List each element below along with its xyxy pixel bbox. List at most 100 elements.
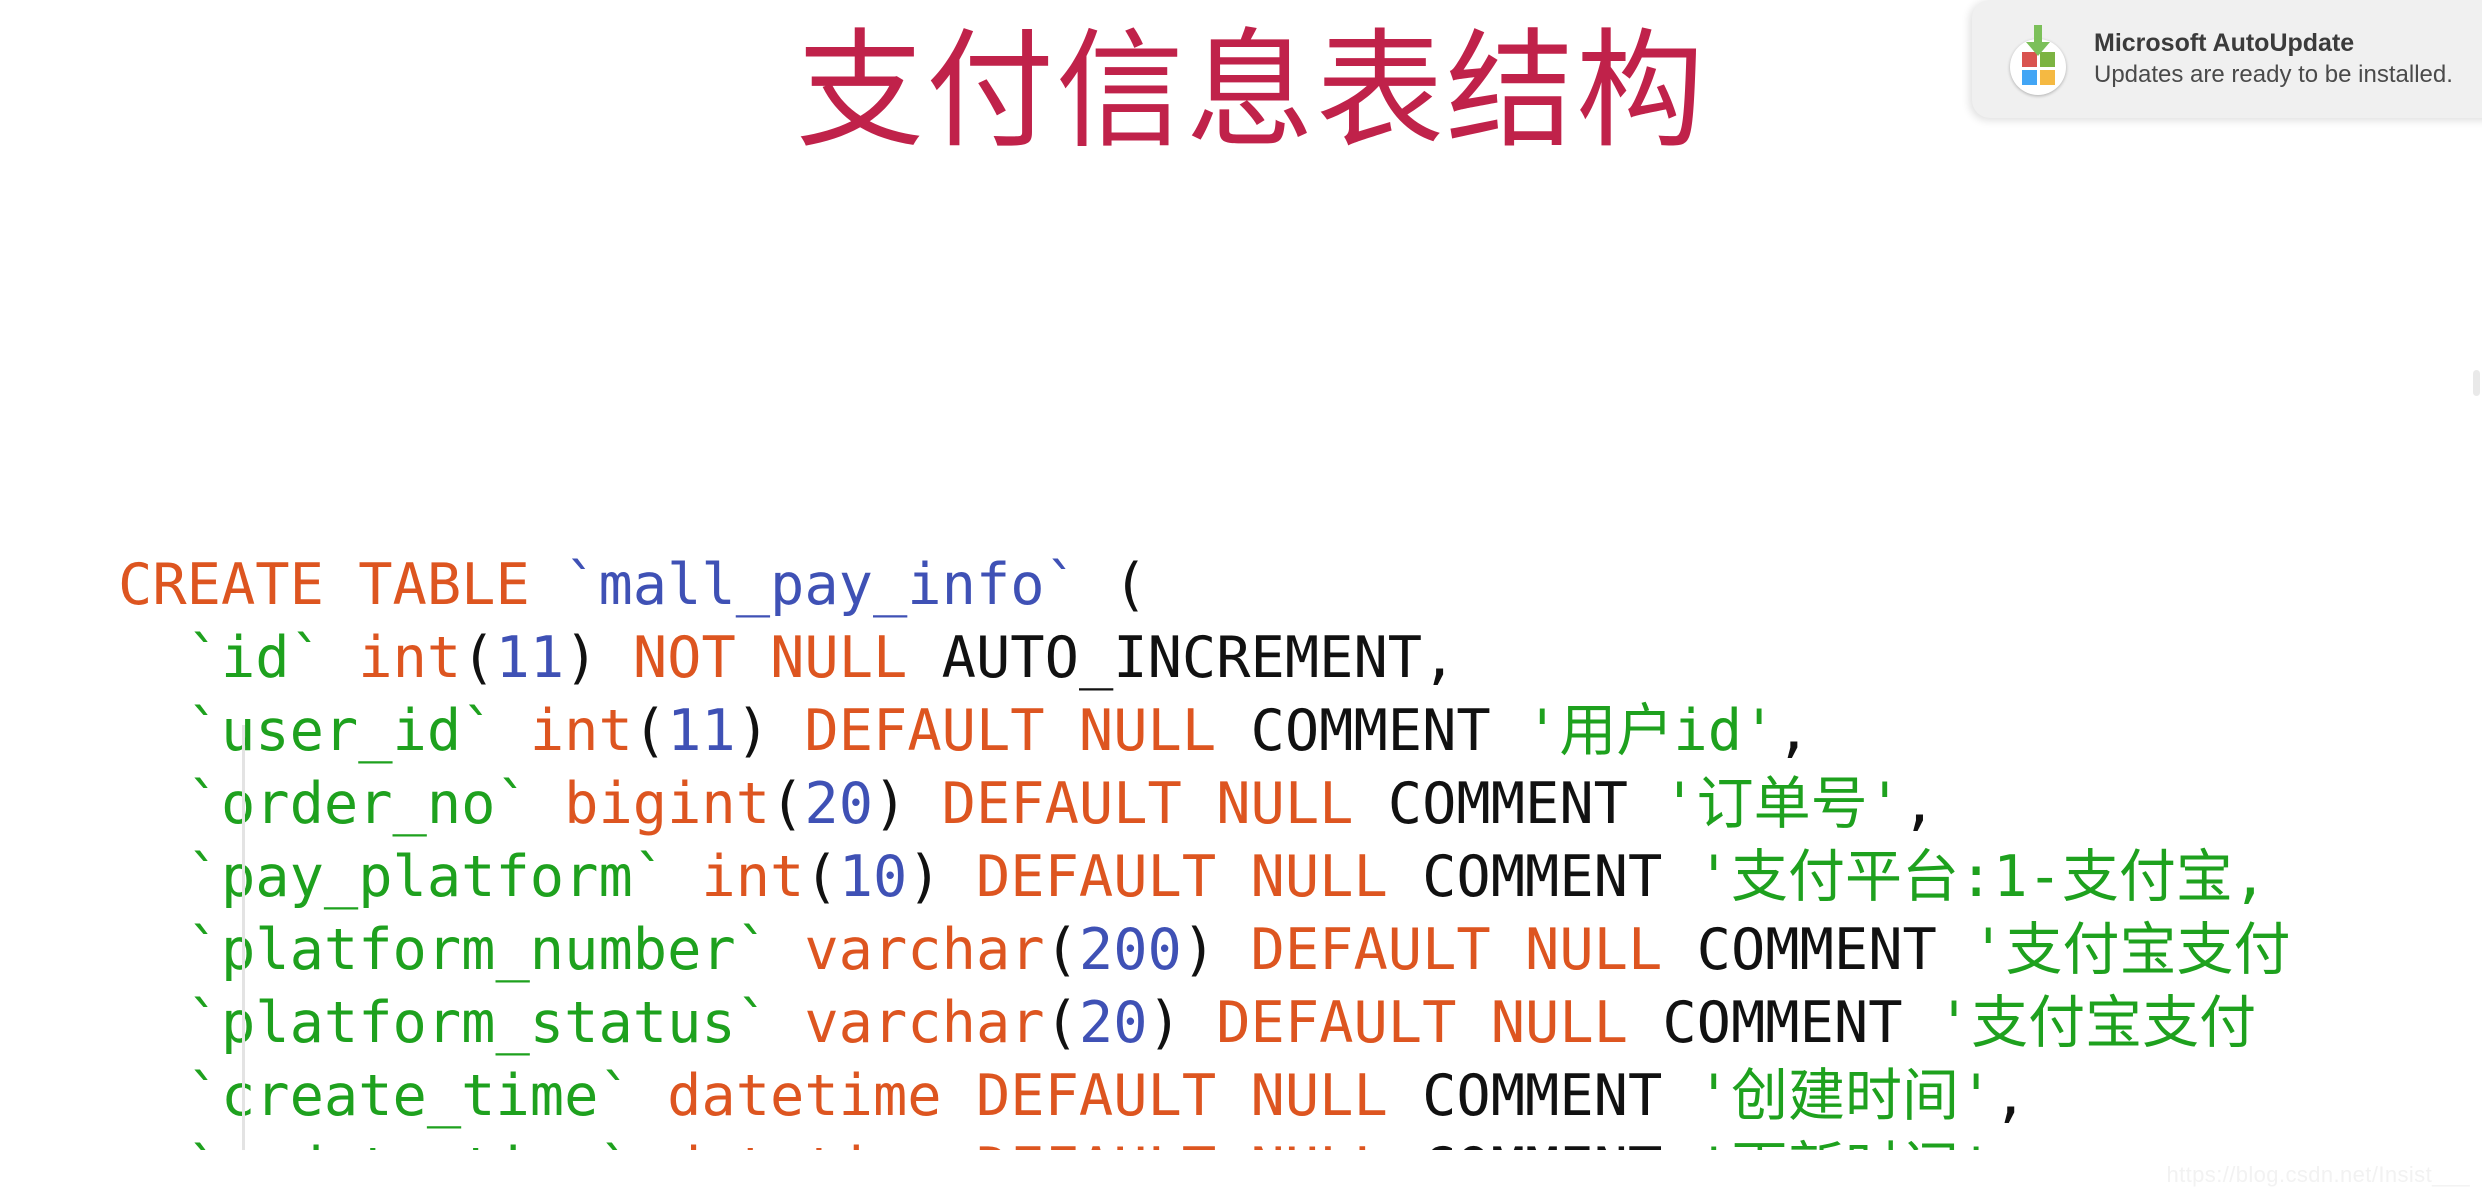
code-token: '更新时间'	[1697, 1136, 1994, 1150]
microsoft-autoupdate-icon	[2004, 25, 2072, 95]
code-line: `user_id` int(11) DEFAULT NULL COMMENT '…	[118, 695, 2482, 768]
code-token: 11	[495, 625, 565, 691]
code-token: DEFAULT NULL	[804, 698, 1217, 764]
code-token: (	[632, 698, 668, 764]
code-line: `pay_platform` int(10) DEFAULT NULL COMM…	[118, 841, 2482, 914]
code-token: 20	[1078, 990, 1148, 1056]
indent-guide-line	[242, 725, 245, 1150]
code-token: )	[735, 698, 805, 764]
code-token: `pay_platform`	[186, 844, 668, 910]
code-token: COMMENT	[1662, 917, 1972, 983]
code-token: (	[804, 844, 839, 910]
code-token: DEFAULT NULL	[976, 1136, 1388, 1150]
scrollbar-thumb[interactable]	[2473, 370, 2480, 396]
csdn-watermark: https://blog.csdn.net/Insist___	[2166, 1162, 2470, 1187]
notification-title: Microsoft AutoUpdate	[2094, 29, 2355, 57]
code-token: COMMENT	[1353, 771, 1663, 837]
code-token: `platform_number`	[186, 917, 771, 983]
code-token: `mall_pay_info`	[564, 552, 1079, 618]
code-token: '支付宝支付	[1936, 990, 2257, 1056]
code-token: )	[1147, 990, 1217, 1056]
code-token: NOT NULL	[632, 625, 908, 691]
code-token: )	[907, 844, 976, 910]
code-token: `platform_status`	[186, 990, 771, 1056]
code-token: AUTO_INCREMENT,	[907, 625, 1457, 691]
code-token: '创建时间'	[1696, 1063, 1994, 1129]
tile-blue	[2022, 70, 2037, 85]
code-token: COMMENT	[1387, 844, 1697, 910]
code-token: `user_id`	[186, 698, 496, 764]
code-token: DEFAULT NULL	[975, 844, 1388, 910]
code-token: COMMENT	[1628, 990, 1937, 1056]
code-token: DEFAULT NULL	[1250, 917, 1663, 983]
code-line: `platform_status` varchar(20) DEFAULT NU…	[118, 987, 2482, 1060]
code-token: ,	[1776, 698, 1811, 764]
code-token: int	[358, 625, 462, 691]
code-token: 11	[667, 698, 736, 764]
code-token: COMMENT	[1387, 1063, 1697, 1129]
code-token: )	[1181, 917, 1251, 983]
notification-text-group: Microsoft AutoUpdate Updates are ready t…	[2094, 27, 2453, 91]
code-token: (	[1044, 917, 1079, 983]
code-token: ,	[1901, 771, 1937, 837]
code-token: 20	[804, 771, 874, 837]
notification-toast[interactable]: Microsoft AutoUpdate Updates are ready t…	[1972, 0, 2482, 118]
code-token: COMMENT	[1216, 698, 1526, 764]
code-token: COMMENT	[1388, 1136, 1697, 1150]
code-token: )	[564, 625, 633, 691]
code-token: 200	[1078, 917, 1182, 983]
code-token: (	[770, 771, 805, 837]
code-token: DEFAULT NULL	[941, 771, 1354, 837]
code-token: `create_time`	[186, 1063, 633, 1129]
code-line: `id` int(11) NOT NULL AUTO_INCREMENT,	[118, 622, 2482, 695]
code-token: int	[529, 698, 633, 764]
code-token: '支付平台:1-支付宝,	[1696, 844, 2268, 910]
code-token: '用户id'	[1525, 698, 1777, 764]
tile-yellow	[2040, 70, 2055, 85]
code-token: bigint	[564, 771, 771, 837]
code-token: ,	[1993, 1136, 2027, 1150]
code-line: CREATE TABLE `mall_pay_info` (	[118, 549, 2482, 622]
code-line: `platform_number` varchar(200) DEFAULT N…	[118, 914, 2482, 987]
code-lines-container: CREATE TABLE `mall_pay_info` ( `id` int(…	[118, 549, 2482, 1150]
code-token: int	[701, 844, 805, 910]
sql-code-block: CREATE TABLE `mall_pay_info` ( `id` int(…	[118, 330, 2482, 1150]
download-arrow-icon	[2026, 25, 2050, 56]
page-title-text: 支付信息表结构	[795, 17, 1706, 166]
code-token: (	[1044, 990, 1079, 1056]
code-line: `create_time` datetime DEFAULT NULL COMM…	[118, 1060, 2482, 1133]
code-token: DEFAULT NULL	[1216, 990, 1628, 1056]
code-token: '支付宝支付	[1971, 917, 2291, 983]
code-line: `order_no` bigint(20) DEFAULT NULL COMME…	[118, 768, 2482, 841]
notification-body: Updates are ready to be installed.	[2094, 61, 2453, 88]
code-token: `order_no`	[186, 771, 530, 837]
code-token: (	[1078, 552, 1148, 618]
code-token: DEFAULT NULL	[975, 1063, 1388, 1129]
code-token: ,	[1993, 1063, 2028, 1129]
code-token: varchar	[804, 990, 1045, 1056]
code-token: CREATE TABLE	[118, 552, 565, 618]
code-token: 10	[838, 844, 908, 910]
code-token: datetime	[667, 1136, 942, 1150]
code-token: (	[461, 625, 496, 691]
code-token: `id`	[186, 625, 324, 691]
code-token: )	[873, 771, 942, 837]
code-line: `update_time` datetime DEFAULT NULL COMM…	[118, 1133, 2482, 1150]
